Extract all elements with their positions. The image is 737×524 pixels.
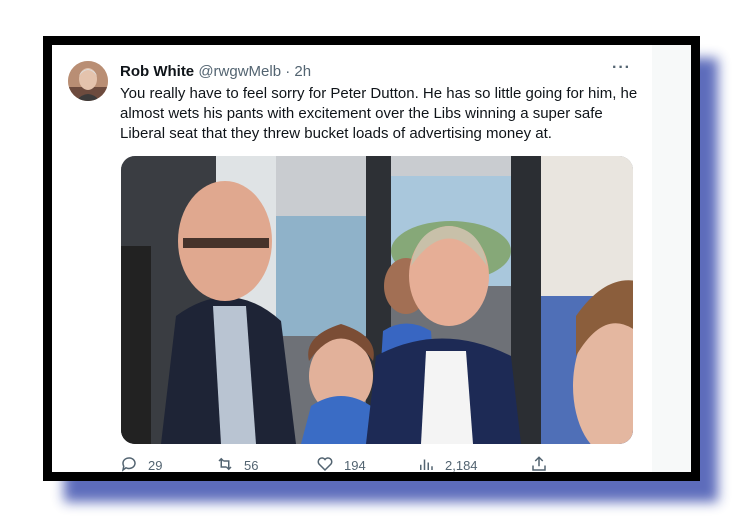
- views-action[interactable]: 2,184: [417, 455, 478, 472]
- tweet-screenshot: Rob White @rwgwMelb · 2h ··· You really …: [52, 45, 691, 472]
- reply-action[interactable]: 29: [120, 455, 162, 472]
- tweet-photo[interactable]: [121, 156, 633, 444]
- reply-count: 29: [148, 458, 163, 472]
- like-action[interactable]: 194: [316, 455, 366, 472]
- avatar[interactable]: [68, 61, 108, 101]
- tweet-header: Rob White @rwgwMelb · 2h: [120, 62, 311, 82]
- tweet-text: You really have to feel sorry for Peter …: [120, 85, 638, 142]
- more-horizontal-icon[interactable]: ···: [612, 59, 631, 77]
- share-action[interactable]: [530, 455, 548, 472]
- views-count: 2,184: [445, 458, 478, 472]
- author-name[interactable]: Rob White: [120, 63, 194, 80]
- like-count: 194: [344, 458, 366, 472]
- retweet-action[interactable]: 56: [216, 455, 258, 472]
- tweet-actions: 29 56 194 2,184: [120, 455, 550, 472]
- tweet[interactable]: Rob White @rwgwMelb · 2h ··· You really …: [52, 45, 652, 472]
- heart-icon[interactable]: [316, 455, 334, 472]
- author-meta: @rwgwMelb · 2h: [198, 63, 312, 80]
- retweet-count: 56: [244, 458, 259, 472]
- views-icon[interactable]: [417, 455, 435, 472]
- retweet-icon[interactable]: [216, 455, 234, 472]
- reply-icon[interactable]: [120, 455, 138, 472]
- share-icon[interactable]: [530, 455, 548, 472]
